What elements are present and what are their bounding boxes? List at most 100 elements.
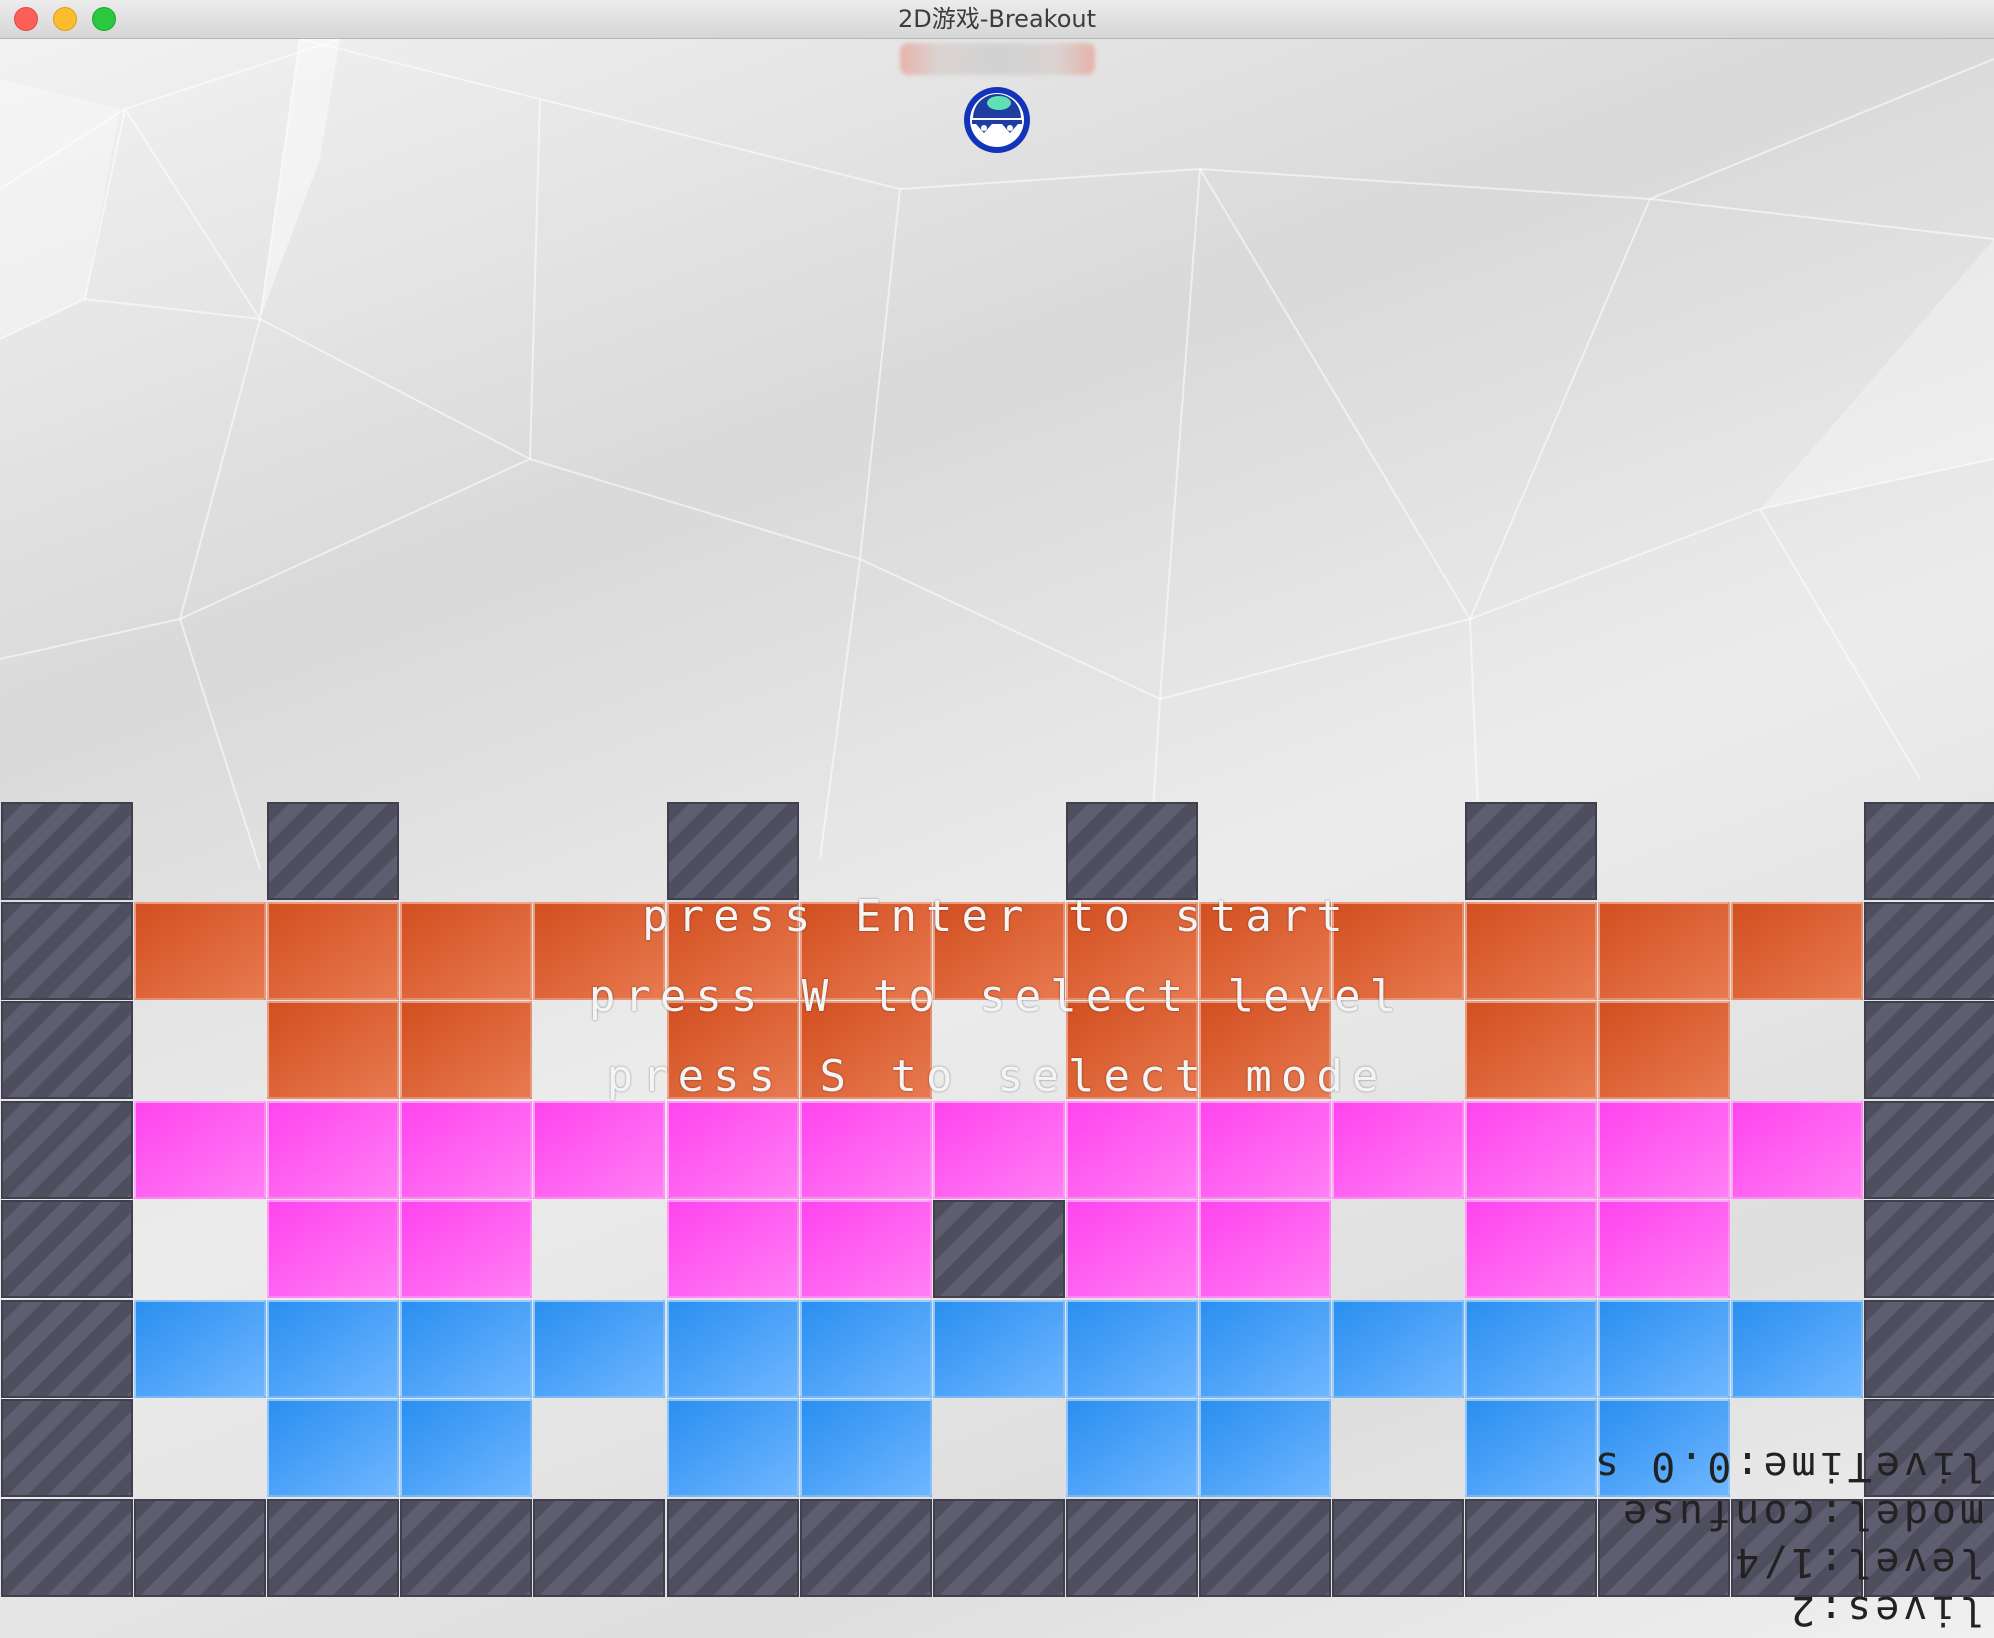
orange-brick (800, 902, 932, 1000)
hud-lives: lives:2 (1787, 1587, 1984, 1633)
solid-brick (1066, 802, 1198, 900)
blue-brick (1465, 1399, 1597, 1497)
orange-brick (1731, 902, 1863, 1000)
solid-brick (1199, 1499, 1331, 1597)
pink-brick (134, 1101, 266, 1199)
solid-brick (1465, 1499, 1597, 1597)
orange-brick (267, 902, 399, 1000)
solid-brick (1, 1300, 133, 1398)
solid-brick (933, 1499, 1065, 1597)
blue-brick (400, 1399, 532, 1497)
solid-brick (1864, 802, 1994, 900)
orange-brick (1066, 1001, 1198, 1099)
pink-brick (1199, 1101, 1331, 1199)
solid-brick (1465, 802, 1597, 900)
orange-brick (1598, 902, 1730, 1000)
solid-brick (1, 802, 133, 900)
orange-brick (533, 902, 665, 1000)
solid-brick (267, 1499, 399, 1597)
pink-brick (933, 1101, 1065, 1199)
solid-brick (1, 902, 133, 1000)
blue-brick (1465, 1300, 1597, 1398)
solid-brick (1332, 1499, 1464, 1597)
pink-brick (667, 1200, 799, 1298)
blue-brick (1066, 1399, 1198, 1497)
solid-brick (267, 802, 399, 900)
hud-model: model:confuse (1618, 1491, 1984, 1537)
solid-brick (1, 1001, 133, 1099)
window-titlebar: 2D游戏-Breakout (0, 0, 1994, 39)
hud-livetime: liveTime:0.0 s (1590, 1443, 1984, 1489)
solid-brick (1066, 1499, 1198, 1597)
pink-brick (1066, 1200, 1198, 1298)
pink-brick (1465, 1200, 1597, 1298)
orange-brick (1199, 1001, 1331, 1099)
blue-brick (667, 1300, 799, 1398)
solid-brick (134, 1499, 266, 1597)
blue-brick (800, 1300, 932, 1398)
orange-brick (800, 1001, 932, 1099)
pink-brick (400, 1101, 532, 1199)
pink-brick (267, 1200, 399, 1298)
orange-brick (1465, 1001, 1597, 1099)
solid-brick (533, 1499, 665, 1597)
solid-brick (800, 1499, 932, 1597)
solid-brick (400, 1499, 532, 1597)
solid-brick (1864, 902, 1994, 1000)
orange-brick (1199, 902, 1331, 1000)
blue-brick (1199, 1300, 1331, 1398)
blue-brick (1731, 1300, 1863, 1398)
blue-brick (933, 1300, 1065, 1398)
solid-brick (1, 1399, 133, 1497)
pink-brick (400, 1200, 532, 1298)
orange-brick (1598, 1001, 1730, 1099)
blue-brick (1332, 1300, 1464, 1398)
window-title: 2D游戏-Breakout (897, 5, 1097, 33)
solid-brick (1, 1499, 133, 1597)
orange-brick (667, 1001, 799, 1099)
blue-brick (667, 1399, 799, 1497)
solid-brick (1864, 1001, 1994, 1099)
pink-brick (1731, 1101, 1863, 1199)
orange-brick (400, 1001, 532, 1099)
blue-brick (400, 1300, 532, 1398)
pink-brick (800, 1200, 932, 1298)
solid-brick (667, 1499, 799, 1597)
blue-brick (533, 1300, 665, 1398)
blue-brick (1199, 1399, 1331, 1497)
solid-brick (1864, 1300, 1994, 1398)
pink-brick (1598, 1101, 1730, 1199)
orange-brick (134, 902, 266, 1000)
orange-brick (1332, 902, 1464, 1000)
blue-brick (267, 1300, 399, 1398)
blue-brick (1598, 1300, 1730, 1398)
pink-brick (1465, 1101, 1597, 1199)
pink-brick (533, 1101, 665, 1199)
solid-brick (1, 1200, 133, 1298)
orange-brick (667, 902, 799, 1000)
solid-brick (933, 1200, 1065, 1298)
pink-brick (800, 1101, 932, 1199)
solid-brick (1864, 1200, 1994, 1298)
pink-brick (667, 1101, 799, 1199)
orange-brick (267, 1001, 399, 1099)
blue-brick (134, 1300, 266, 1398)
pink-brick (267, 1101, 399, 1199)
solid-brick (1, 1101, 133, 1199)
blue-brick (267, 1399, 399, 1497)
paddle (900, 43, 1095, 75)
blue-brick (800, 1399, 932, 1497)
orange-brick (400, 902, 532, 1000)
solid-brick (667, 802, 799, 900)
orange-brick (1465, 902, 1597, 1000)
pink-brick (1199, 1200, 1331, 1298)
pink-brick (1066, 1101, 1198, 1199)
orange-brick (1066, 902, 1198, 1000)
hud-level: level:1/4 (1731, 1539, 1984, 1585)
pink-brick (1598, 1200, 1730, 1298)
face-ball-icon (964, 87, 1030, 153)
solid-brick (1864, 1101, 1994, 1199)
game-canvas[interactable]: press Enter to start press W to select l… (0, 39, 1994, 1638)
pink-brick (1332, 1101, 1464, 1199)
orange-brick (933, 902, 1065, 1000)
